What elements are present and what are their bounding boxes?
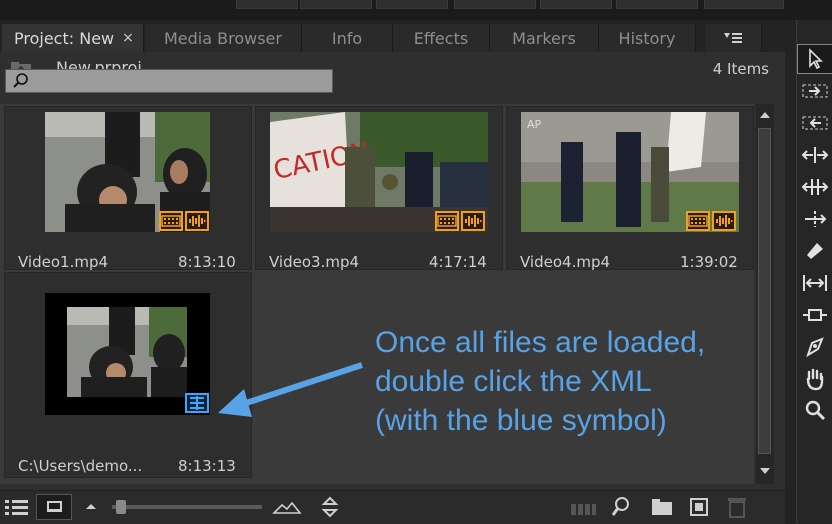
scroll-down-icon[interactable] (756, 464, 774, 478)
track-select-forward-icon[interactable] (797, 76, 832, 106)
bottom-toolbar (0, 490, 785, 524)
track-select-backward-icon[interactable] (797, 108, 832, 138)
video-icon (435, 211, 459, 231)
new-bin-icon[interactable] (650, 497, 674, 517)
close-icon[interactable]: × (122, 30, 134, 46)
item-name: Video3.mp4 (269, 253, 360, 271)
zoom-in-icon[interactable] (272, 497, 302, 517)
item-duration: 8:13:10 (178, 253, 236, 271)
tab-markers[interactable]: Markers (490, 24, 599, 52)
video-icon (686, 211, 710, 231)
top-strip-segment (300, 0, 372, 9)
sort-icons-icon[interactable] (320, 495, 340, 519)
search-input[interactable] (5, 69, 333, 93)
annotation-line: Once all files are loaded, (375, 326, 706, 359)
zoom-slider-handle[interactable] (116, 500, 126, 514)
new-item-icon[interactable] (688, 496, 710, 518)
audio-icon (185, 211, 209, 231)
tab-label: Effects (413, 28, 469, 48)
annotation-text: Once all files are loaded, double click … (375, 323, 775, 440)
tab-info[interactable]: Info (302, 24, 393, 52)
top-strip-segment (704, 0, 784, 9)
pen-icon[interactable] (797, 332, 832, 362)
ripple-edit-icon[interactable] (797, 140, 832, 170)
project-item-video1[interactable]: Video1.mp4 8:13:10 (4, 106, 252, 271)
search-icon (12, 72, 30, 94)
top-strip-segment (236, 0, 298, 9)
video-icon (159, 211, 183, 231)
slip-icon[interactable] (797, 268, 832, 298)
tab-media-browser[interactable]: Media Browser (145, 24, 302, 52)
razor-icon[interactable] (797, 236, 832, 266)
tab-label: Media Browser (164, 28, 282, 48)
item-name: Video4.mp4 (520, 253, 611, 271)
rolling-edit-icon[interactable] (797, 172, 832, 202)
svg-text:AP: AP (527, 118, 542, 131)
clear-trash-icon[interactable] (726, 495, 748, 519)
rate-stretch-icon[interactable] (797, 204, 832, 234)
tab-effects[interactable]: Effects (393, 24, 490, 52)
project-item-video3[interactable]: CATION Video3.mp4 4:17:14 (255, 106, 503, 271)
panel-tab-bar: Project: New × Media Browser Info Effect… (0, 20, 785, 52)
list-view-icon[interactable] (4, 497, 30, 517)
tab-project[interactable]: Project: New × (2, 24, 144, 52)
selection-tool-icon[interactable] (797, 44, 832, 74)
item-duration: 4:17:14 (429, 253, 487, 271)
tab-label: Info (331, 28, 363, 48)
find-icon[interactable] (610, 495, 632, 519)
zoom-slider[interactable] (112, 500, 262, 514)
panel-menu-icon[interactable] (705, 24, 762, 52)
annotation-arrow (218, 362, 363, 417)
item-count: 4 Items (712, 60, 769, 78)
top-strip-segment (616, 0, 698, 9)
top-panel-strip (0, 0, 832, 20)
hand-icon[interactable] (797, 364, 832, 394)
audio-icon (461, 211, 485, 231)
annotation-line: (with the blue symbol) (375, 404, 667, 437)
slide-icon[interactable] (797, 300, 832, 330)
item-name: Video1.mp4 (18, 253, 109, 271)
tab-label: History (618, 28, 676, 48)
audio-icon (712, 211, 736, 231)
top-strip-segment (540, 0, 612, 9)
scroll-up-icon[interactable] (756, 108, 774, 122)
tools-panel (796, 20, 832, 523)
tab-label: Markers (512, 28, 576, 48)
item-name: C:\Users\demo... (18, 457, 143, 475)
sequence-xml-badge-icon (185, 393, 209, 413)
project-item-video4[interactable]: AP Video4.mp4 1:39:02 (506, 106, 754, 271)
zoom-out-icon[interactable] (84, 501, 98, 511)
item-duration: 1:39:02 (680, 253, 738, 271)
automate-to-sequence-icon[interactable] (570, 499, 598, 517)
annotation-line: double click the XML (375, 365, 652, 398)
tab-label: Project: New (14, 28, 115, 48)
tab-history[interactable]: History (599, 24, 696, 52)
top-strip-segment (376, 0, 448, 9)
item-duration: 8:13:13 (178, 457, 236, 475)
top-strip-segment (454, 0, 536, 9)
zoom-icon[interactable] (797, 396, 832, 426)
icon-view-icon[interactable] (36, 494, 72, 520)
